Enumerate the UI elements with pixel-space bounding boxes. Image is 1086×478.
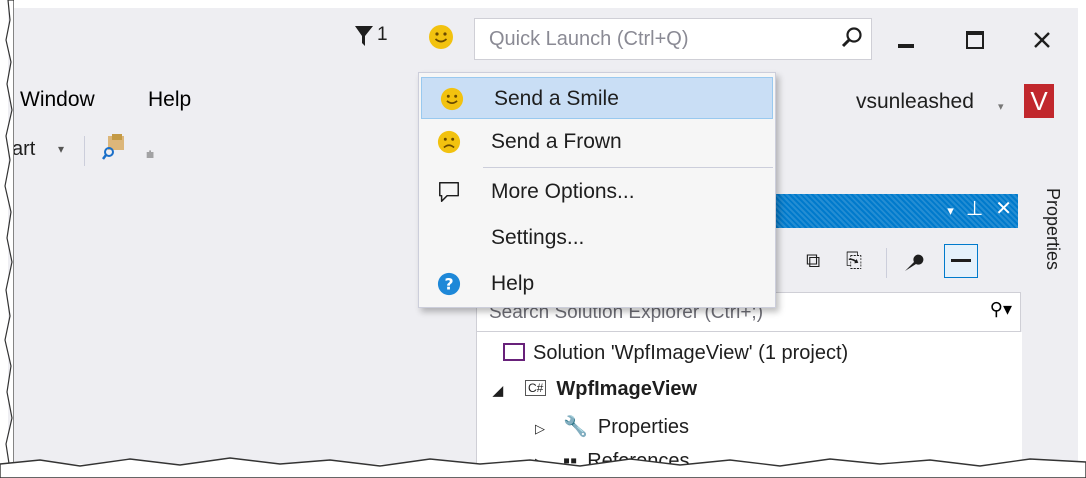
account-chevron-icon[interactable]: ▾ bbox=[998, 100, 1004, 113]
toolbar-start-button[interactable]: art bbox=[12, 138, 35, 161]
menu-item-label: Send a Frown bbox=[491, 130, 622, 153]
expanded-arrow-icon[interactable]: ◢ bbox=[493, 383, 503, 398]
smile-icon bbox=[429, 25, 453, 49]
flag-icon bbox=[355, 26, 373, 46]
maximize-icon bbox=[966, 31, 984, 49]
send-feedback-button[interactable] bbox=[420, 20, 462, 56]
menu-item-label: Settings... bbox=[491, 226, 585, 249]
search-icon[interactable] bbox=[839, 25, 865, 51]
menu-window[interactable]: Window bbox=[20, 88, 95, 112]
torn-edge-left bbox=[4, 0, 14, 478]
toolbar-divider bbox=[886, 248, 887, 278]
help-circle-icon: ? bbox=[437, 272, 461, 296]
notification-filter[interactable]: 1 bbox=[353, 18, 393, 54]
menu-separator bbox=[483, 167, 773, 168]
close-icon bbox=[1034, 32, 1050, 48]
menu-item-more-options[interactable]: More Options... bbox=[419, 171, 775, 213]
maximize-button[interactable] bbox=[954, 24, 994, 56]
tree-node-project[interactable]: ◢ C# WpfImageView bbox=[493, 378, 697, 401]
tree-node-label: WpfImageView bbox=[556, 378, 698, 400]
notification-count: 1 bbox=[377, 24, 388, 45]
torn-edge-bottom bbox=[0, 457, 1086, 478]
menu-item-label: Send a Smile bbox=[494, 87, 619, 110]
ide-window: 1 Quick Launch (Ctrl+Q) Window Help art … bbox=[8, 8, 1078, 464]
search-icon[interactable]: ⚲▾ bbox=[990, 299, 1012, 320]
properties-side-tab-label: Properties bbox=[1043, 188, 1063, 271]
tree-node-properties[interactable]: ▷ 🔧 Properties bbox=[535, 414, 689, 439]
toolbar-overflow-icon[interactable]: ⩧ bbox=[146, 146, 154, 163]
collapsed-arrow-icon[interactable]: ▷ bbox=[535, 421, 545, 436]
minimize-button[interactable] bbox=[886, 24, 926, 56]
menu-item-label: More Options... bbox=[491, 180, 635, 203]
panel-close-icon[interactable]: ✕ bbox=[995, 198, 1012, 220]
pin-icon[interactable]: ⊥ bbox=[966, 198, 983, 220]
menu-item-send-frown[interactable]: Send a Frown bbox=[419, 121, 775, 163]
panel-menu-icon[interactable]: ▾ bbox=[947, 203, 954, 218]
properties-side-tab[interactable]: Properties bbox=[1038, 188, 1068, 308]
solution-tree: Solution 'WpfImageView' (1 project) ◢ C# W… bbox=[476, 332, 1022, 464]
menu-help[interactable]: Help bbox=[148, 88, 191, 112]
collapse-all-icon[interactable]: ⧉ bbox=[806, 250, 820, 273]
solution-explorer-titlebar: ▾ ⊥ ✕ bbox=[768, 194, 1018, 228]
smile-icon bbox=[440, 87, 464, 111]
menu-item-help[interactable]: ? Help bbox=[419, 263, 775, 305]
csharp-project-icon: C# bbox=[525, 380, 547, 396]
tree-node-label: Solution 'WpfImageView' (1 project) bbox=[533, 342, 849, 364]
close-button[interactable] bbox=[1022, 24, 1062, 56]
menu-item-send-smile[interactable]: Send a Smile bbox=[421, 77, 773, 119]
solution-icon bbox=[503, 343, 525, 361]
quick-launch-placeholder: Quick Launch (Ctrl+Q) bbox=[489, 28, 689, 50]
wrench-icon: 🔧 bbox=[563, 416, 588, 438]
menu-item-label: Help bbox=[491, 272, 535, 295]
feedback-dropdown: Send a Smile Send a Frown More Options..… bbox=[418, 72, 776, 308]
avatar[interactable]: V bbox=[1024, 84, 1054, 118]
preview-selected-button[interactable] bbox=[944, 244, 978, 278]
minimize-icon bbox=[898, 44, 914, 48]
panel-buttons: ▾ ⊥ ✕ bbox=[947, 196, 1012, 221]
show-all-files-icon[interactable]: ⎘ bbox=[846, 250, 862, 273]
menu-item-settings[interactable]: Settings... bbox=[419, 217, 775, 259]
toolbar-divider bbox=[84, 136, 85, 166]
tree-node-solution[interactable]: Solution 'WpfImageView' (1 project) bbox=[503, 342, 848, 365]
svg-text:?: ? bbox=[444, 275, 453, 294]
chevron-down-icon[interactable]: ▾ bbox=[58, 142, 64, 156]
find-in-files-icon[interactable] bbox=[102, 134, 128, 162]
account-name[interactable]: vsunleashed bbox=[856, 90, 974, 114]
frown-icon bbox=[437, 130, 461, 154]
tree-node-label: Properties bbox=[597, 416, 690, 438]
speech-bubble-icon bbox=[439, 182, 459, 202]
quick-launch-input[interactable]: Quick Launch (Ctrl+Q) bbox=[474, 18, 872, 60]
preview-icon bbox=[951, 259, 971, 262]
wrench-icon[interactable] bbox=[902, 252, 924, 274]
